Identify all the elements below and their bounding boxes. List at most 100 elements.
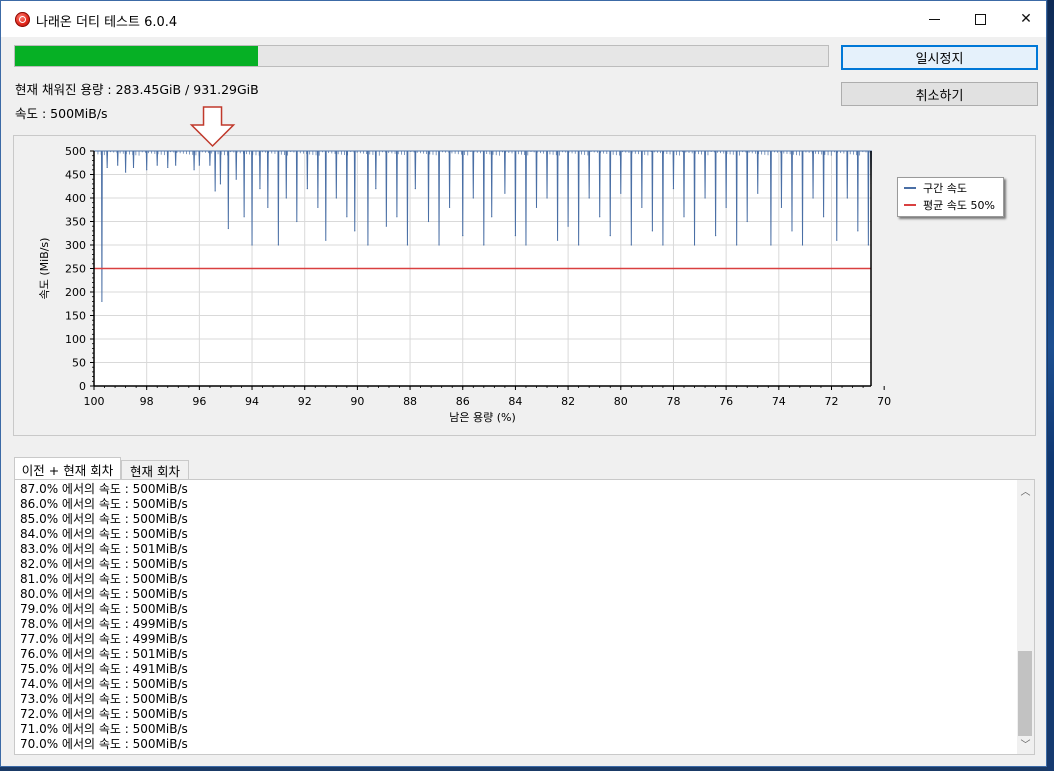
series-point-section-speed	[167, 166, 169, 169]
series-point-section-speed	[472, 197, 474, 199]
series-point-section-speed	[448, 206, 451, 208]
series-point-section-speed	[335, 197, 337, 199]
series-point-section-speed	[267, 206, 269, 208]
x-tick-label: 98	[140, 395, 154, 408]
series-point-section-speed	[209, 164, 211, 166]
log-line: 78.0% 에서의 속도 : 499MiB/s	[20, 617, 188, 631]
log-line: 80.0% 에서의 속도 : 500MiB/s	[20, 587, 188, 601]
series-point-section-speed	[385, 225, 387, 227]
series-point-section-speed	[156, 164, 158, 166]
series-point-section-speed	[438, 244, 440, 246]
series-point-section-speed	[535, 206, 538, 208]
series-point-section-speed	[285, 197, 287, 199]
legend-item-average-speed: 평균 속도 50%	[904, 198, 995, 212]
series-point-section-speed	[846, 197, 848, 199]
series-point-section-speed	[427, 220, 430, 223]
series-point-section-speed	[641, 206, 643, 208]
series-point-section-speed	[146, 169, 148, 171]
x-tick-label: 70	[877, 395, 891, 408]
x-tick-label: 82	[561, 395, 575, 408]
series-point-section-speed	[117, 164, 119, 166]
series-point-section-speed	[414, 188, 416, 190]
x-tick-label: 96	[192, 395, 206, 408]
series-point-section-speed	[867, 244, 869, 246]
speed-chart: 500450400350300250200150100500100 98 96 94 9…	[38, 106, 891, 424]
log-lines: 87.0% 에서의 속도 : 500MiB/s 86.0% 에서의 속도 : 50…	[20, 482, 188, 752]
series-point-section-speed	[757, 192, 759, 194]
series-point-section-speed	[375, 188, 377, 190]
series-point-section-speed	[483, 244, 485, 246]
x-axis-label: 남은 용량 (%)	[449, 411, 516, 424]
tab-previous-and-current[interactable]: 이전 + 현재 회차	[14, 457, 121, 481]
position-arrow-icon	[189, 106, 236, 148]
series-point-section-speed	[746, 220, 748, 223]
log-line: 70.0% 에서의 속도 : 500MiB/s	[20, 737, 188, 751]
x-tick-label: 92	[298, 395, 312, 408]
log-line: 71.0% 에서의 속도 : 500MiB/s	[20, 722, 188, 736]
series-point-section-speed	[259, 188, 261, 190]
x-tick-label: 80	[614, 395, 628, 408]
legend-swatch-average-speed	[904, 204, 916, 206]
x-tick-label: 76	[719, 395, 733, 408]
series-point-section-speed	[235, 178, 237, 180]
log-line: 85.0% 에서의 속도 : 500MiB/s	[20, 512, 188, 526]
series-point-section-speed	[770, 244, 772, 246]
log-line: 72.0% 에서의 속도 : 500MiB/s	[20, 707, 188, 721]
series-point-section-speed	[672, 188, 675, 190]
series-point-section-speed	[193, 169, 195, 171]
legend-item-section-speed: 구간 속도	[904, 181, 967, 195]
y-tick-label: 100	[65, 333, 86, 346]
series-point-section-speed	[588, 197, 590, 199]
y-tick-label: 450	[65, 169, 86, 182]
log-line: 79.0% 에서의 속도 : 500MiB/s	[20, 602, 188, 616]
log-line: 83.0% 에서의 속도 : 501MiB/s	[20, 542, 188, 556]
series-point-section-speed	[354, 230, 356, 232]
series-point-section-speed	[106, 166, 108, 169]
series-point-section-speed	[325, 239, 327, 241]
log-line: 81.0% 에서의 속도 : 500MiB/s	[20, 572, 188, 586]
series-point-section-speed	[780, 206, 783, 208]
series-point-section-speed	[620, 192, 622, 194]
y-tick-label: 400	[65, 192, 86, 205]
series-point-section-speed	[101, 300, 103, 302]
scroll-up-icon[interactable]: ︿	[1017, 482, 1034, 499]
series-point-section-speed	[346, 216, 348, 218]
series-point-section-speed	[836, 239, 838, 241]
series-point-section-speed	[725, 206, 727, 208]
series-point-section-speed	[822, 216, 825, 218]
y-tick-label: 500	[65, 145, 86, 158]
series-point-section-speed	[599, 216, 601, 218]
x-tick-label: 100	[84, 395, 105, 408]
x-tick-label: 88	[403, 395, 417, 408]
x-tick-label: 74	[772, 395, 786, 408]
log-line: 73.0% 에서의 속도 : 500MiB/s	[20, 692, 188, 706]
series-point-section-speed	[609, 235, 611, 237]
series-point-section-speed	[317, 206, 319, 208]
series-point-section-speed	[198, 164, 200, 166]
log-scrollbar[interactable]: ︿ ﹀	[1017, 480, 1034, 754]
series-point-section-speed	[801, 244, 804, 246]
scroll-down-icon[interactable]: ﹀	[1017, 735, 1034, 752]
x-tick-label: 84	[508, 395, 522, 408]
log-line: 75.0% 에서의 속도 : 491MiB/s	[20, 662, 188, 676]
legend-label-section-speed: 구간 속도	[923, 182, 967, 195]
series-point-section-speed	[556, 239, 559, 241]
series-point-section-speed	[277, 244, 279, 246]
series-point-section-speed	[525, 244, 527, 246]
y-tick-label: 300	[65, 239, 86, 252]
x-tick-label: 72	[824, 395, 838, 408]
tab-current[interactable]: 현재 회차	[121, 460, 189, 480]
series-point-section-speed	[406, 244, 409, 246]
series-point-section-speed	[227, 227, 229, 230]
log-line: 87.0% 에서의 속도 : 500MiB/s	[20, 482, 188, 496]
chart-legend: 구간 속도 평균 속도 50%	[897, 177, 1004, 217]
series-point-section-speed	[715, 235, 717, 237]
speed-log[interactable]: 87.0% 에서의 속도 : 500MiB/s 86.0% 에서의 속도 : 50…	[14, 479, 1035, 755]
log-line: 86.0% 에서의 속도 : 500MiB/s	[20, 497, 188, 511]
series-point-section-speed	[396, 216, 398, 218]
series-point-section-speed	[704, 197, 706, 199]
series-point-section-speed	[546, 197, 548, 199]
scroll-thumb[interactable]	[1018, 651, 1032, 736]
series-point-section-speed	[693, 244, 696, 246]
series-point-section-speed	[306, 188, 308, 190]
